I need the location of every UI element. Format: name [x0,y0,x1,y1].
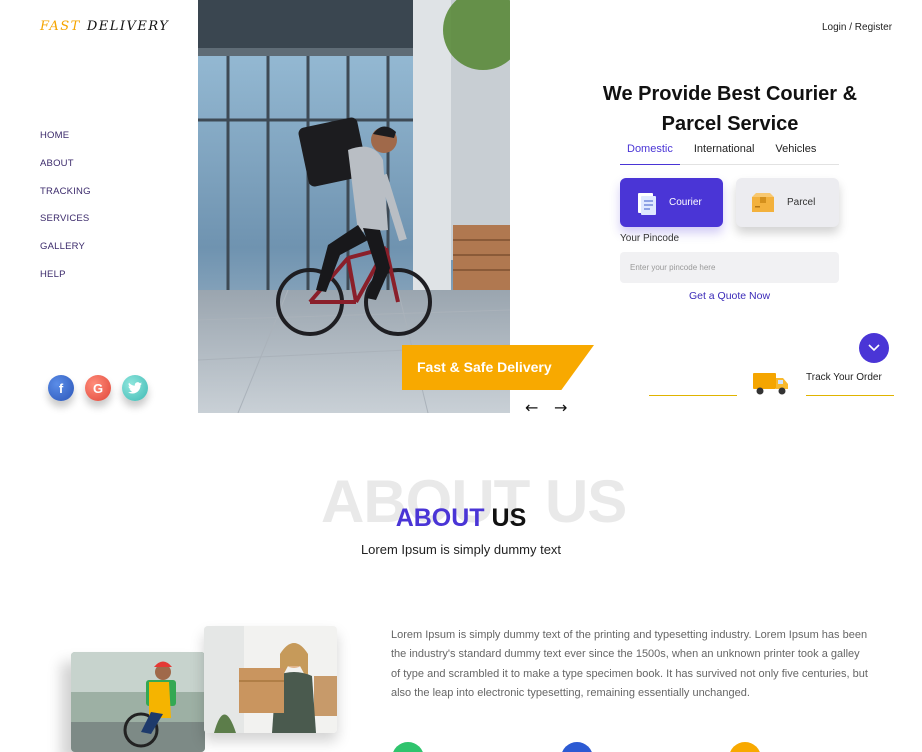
main-nav: HOME ABOUT TRACKING SERVICES GALLERY HEL… [40,130,91,297]
tab-vehicles[interactable]: Vehicles [775,141,816,165]
google-glyph: G [92,380,104,396]
courier-option-label: Courier [669,197,702,208]
scroll-down-button[interactable] [859,333,889,363]
login-register-link[interactable]: Login / Register [822,22,892,33]
brand-logo[interactable]: FAST DELIVERY [40,19,169,34]
service-tabs: Domestic International Vehicles [620,141,839,165]
pincode-label: Your Pincode [620,233,680,244]
feature-icon-blue [561,742,593,752]
rider-image [71,652,205,752]
arrow-right-icon[interactable]: → [554,398,567,417]
nav-item-about[interactable]: ABOUT [40,158,91,186]
box-icon [752,192,774,212]
track-order-link[interactable]: Track Your Order [806,372,882,383]
nav-item-gallery[interactable]: GALLERY [40,241,91,269]
parcel-option-label: Parcel [787,197,816,208]
nav-item-home[interactable]: HOME [40,130,91,158]
about-subtitle: Lorem Ipsum is simply dummy text [360,542,562,557]
facebook-icon[interactable]: f [48,375,74,401]
brand-word-delivery: DELIVERY [86,19,170,34]
courier-option-button[interactable]: Courier [620,178,723,227]
brand-word-fast: FAST [40,19,81,34]
feature-icon-green [392,742,424,752]
twitter-icon[interactable] [122,375,148,401]
hero-banner: Fast & Safe Delivery [402,345,594,390]
track-divider-right [806,395,894,396]
chevron-down-icon [868,344,880,352]
facebook-glyph: f [58,380,64,396]
tab-domestic[interactable]: Domestic [620,141,680,165]
delivery-rider-photo [71,652,205,752]
nav-item-services[interactable]: SERVICES [40,213,91,241]
nav-item-help[interactable]: HELP [40,269,91,297]
google-icon[interactable]: G [85,375,111,401]
about-title-accent: ABOUT [395,504,485,532]
feature-icon-yellow [729,742,761,752]
service-title: We Provide Best Courier & Parcel Service [602,83,858,135]
about-title-rest: US [491,504,527,532]
document-icon [638,192,656,215]
delivery-woman-photo [204,626,337,733]
woman-box-image [204,626,337,733]
pincode-input[interactable] [620,252,839,283]
nav-item-tracking[interactable]: TRACKING [40,186,91,214]
tab-international[interactable]: International [694,141,755,165]
arrow-left-icon[interactable]: ← [525,398,538,417]
about-body-text: Lorem Ipsum is simply dummy text of the … [391,629,868,700]
about-title: ABOUT US [0,504,922,533]
parcel-option-button[interactable]: Parcel [736,178,839,227]
truck-icon [753,373,788,395]
track-divider-left [649,395,737,396]
twitter-bird-icon [128,382,142,394]
get-quote-link[interactable]: Get a Quote Now [620,290,839,302]
